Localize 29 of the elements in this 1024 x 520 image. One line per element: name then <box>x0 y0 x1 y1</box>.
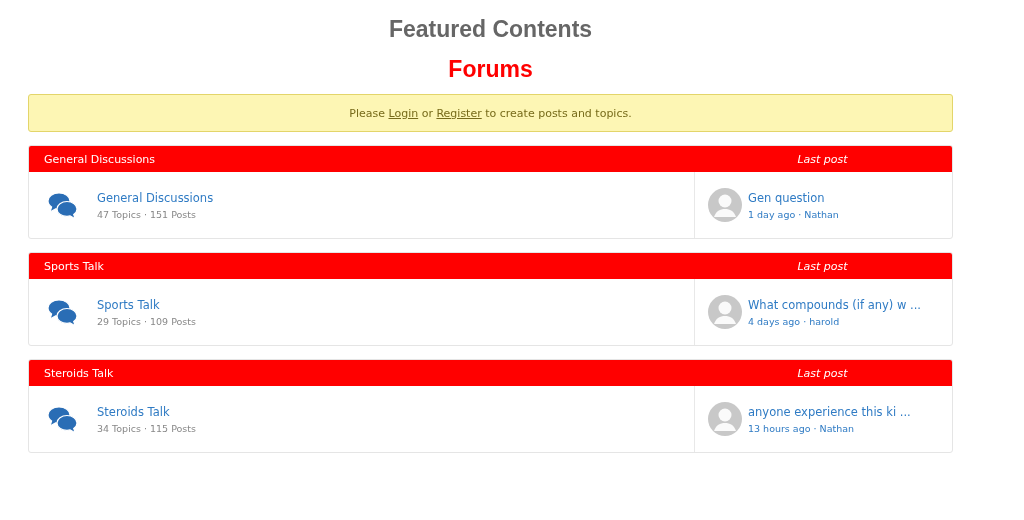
register-link[interactable]: Register <box>436 106 482 120</box>
last-post-link[interactable]: Gen question <box>748 190 839 205</box>
forum-stats: 47 Topics · 151 Posts <box>97 208 197 220</box>
last-post-label: Last post <box>796 259 849 273</box>
chat-bubbles-icon <box>47 299 79 325</box>
last-post-label: Last post <box>796 152 849 166</box>
last-post-meta: 13 hours ago · Nathan <box>748 422 856 434</box>
avatar-icon <box>708 188 742 222</box>
category-title: General Discussions <box>43 152 157 166</box>
avatar-icon <box>708 402 742 436</box>
forum-link[interactable]: Sports Talk <box>97 297 196 312</box>
page-heading: Featured Contents <box>387 15 594 44</box>
chat-bubbles-icon <box>47 406 79 432</box>
category-title: Sports Talk <box>43 259 105 273</box>
last-post-meta: 1 day ago · Nathan <box>748 208 839 220</box>
category-title: Steroids Talk <box>43 366 115 380</box>
login-link[interactable]: Login <box>388 106 419 120</box>
forum-link[interactable]: General Discussions <box>97 190 214 205</box>
forum-stats: 34 Topics · 115 Posts <box>97 422 196 434</box>
last-post-link[interactable]: What compounds (if any) w ... <box>748 297 921 312</box>
last-post-meta: 4 days ago · harold <box>748 315 841 327</box>
last-post-link[interactable]: anyone experience this ki ... <box>748 404 911 419</box>
notice-text: Please Login or Register to create posts and topics. <box>349 106 632 120</box>
last-post-label: Last post <box>796 366 849 380</box>
chat-bubbles-icon <box>47 192 79 218</box>
section-heading: Forums <box>447 55 534 84</box>
forum-link[interactable]: Steroids Talk <box>97 404 196 419</box>
avatar-icon <box>708 295 742 329</box>
forum-stats: 29 Topics · 109 Posts <box>97 315 196 327</box>
